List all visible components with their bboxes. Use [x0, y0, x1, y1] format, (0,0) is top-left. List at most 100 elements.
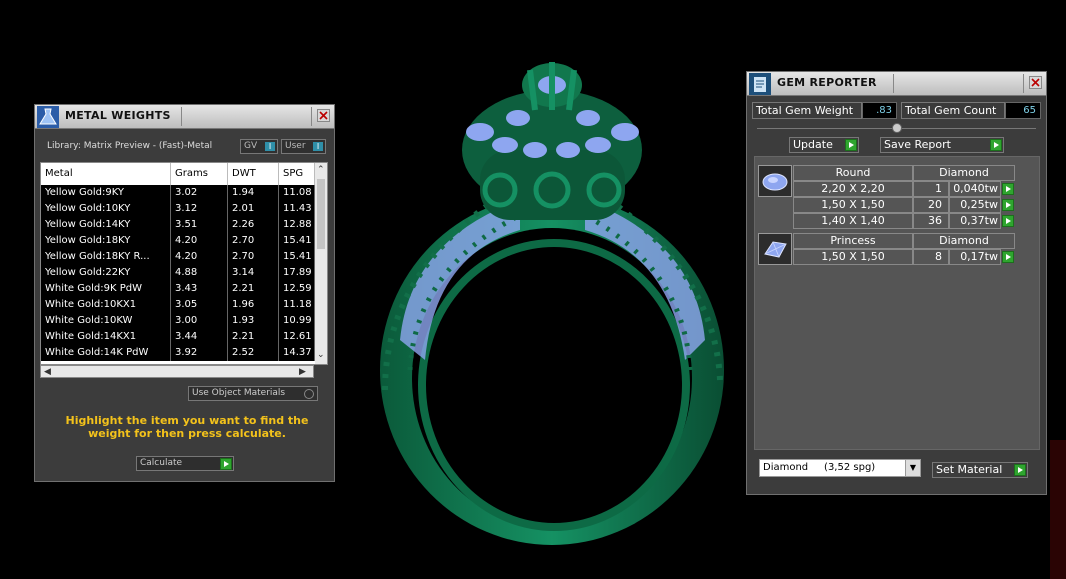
- metal-weights-titlebar[interactable]: METAL WEIGHTS: [35, 105, 334, 129]
- table-row[interactable]: White Gold:14K PdW 3.92 2.52 14.37: [41, 345, 315, 361]
- spg-value: 10.99: [279, 313, 315, 329]
- gem-size: 1,50 X 1,50: [793, 249, 913, 265]
- table-row[interactable]: White Gold:10KW 3.00 1.93 10.99: [41, 313, 315, 329]
- spg-value: 11.08: [279, 185, 315, 201]
- use-object-materials-label: Use Object Materials: [192, 388, 286, 398]
- scroll-right-arrow-icon[interactable]: ▶: [299, 366, 306, 378]
- ring-3d-viewport[interactable]: [340, 40, 750, 560]
- calculate-label: Calculate: [140, 458, 183, 468]
- spg-value: 12.88: [279, 217, 315, 233]
- grams-value: 4.20: [171, 249, 228, 265]
- update-button[interactable]: Update: [789, 137, 859, 153]
- user-toggle-label: User: [285, 141, 306, 151]
- ring-head-setting: [462, 62, 642, 220]
- dwt-value: 2.01: [228, 201, 279, 217]
- gem-reporter-panel: GEM REPORTER Total Gem Weight .83 Total …: [746, 71, 1047, 495]
- spg-value: 15.41: [279, 249, 315, 265]
- play-icon: [990, 139, 1002, 151]
- column-header-metal[interactable]: Metal: [41, 163, 171, 185]
- update-label: Update: [793, 138, 833, 151]
- splitter-handle[interactable]: [892, 123, 902, 133]
- spg-value: 11.43: [279, 201, 315, 217]
- save-report-label: Save Report: [884, 138, 951, 151]
- gem-shape-header: Princess: [793, 233, 913, 249]
- grams-value: 3.00: [171, 313, 228, 329]
- metal-name: Yellow Gold:22KY: [41, 265, 171, 281]
- round-diamond-icon: [762, 173, 788, 191]
- use-object-materials-toggle[interactable]: Use Object Materials: [188, 386, 318, 401]
- close-icon: [1031, 78, 1040, 87]
- titlebar-divider: [311, 107, 312, 126]
- column-header-spg[interactable]: SPG: [279, 163, 315, 185]
- close-icon: [319, 111, 328, 120]
- material-select[interactable]: Diamond (3,52 spg) ▼: [759, 459, 921, 477]
- table-row[interactable]: Yellow Gold:10KY 3.12 2.01 11.43: [41, 201, 315, 217]
- scrollbar-thumb[interactable]: [317, 179, 325, 249]
- chevron-down-icon[interactable]: ▼: [905, 460, 920, 476]
- select-gem-button[interactable]: [1002, 215, 1014, 227]
- titlebar-divider: [181, 107, 182, 126]
- spg-value: 14.37: [279, 345, 315, 361]
- metal-name: Yellow Gold:18KY: [41, 233, 171, 249]
- grams-value: 3.02: [171, 185, 228, 201]
- round-gem-thumbnail[interactable]: [758, 165, 792, 197]
- calculate-button[interactable]: Calculate: [136, 456, 234, 471]
- princess-gem-thumbnail[interactable]: [758, 233, 792, 265]
- gem-count: 36: [913, 213, 949, 229]
- close-button[interactable]: [317, 109, 330, 122]
- table-row[interactable]: White Gold:9K PdW 3.43 2.21 12.59: [41, 281, 315, 297]
- ring-band: [380, 195, 724, 545]
- dwt-value: 2.70: [228, 249, 279, 265]
- gem-weight: 0,25tw: [949, 197, 1001, 213]
- table-row[interactable]: Yellow Gold:18KY 4.20 2.70 15.41: [41, 233, 315, 249]
- scroll-up-arrow-icon[interactable]: ⌃: [317, 164, 325, 176]
- table-row[interactable]: Yellow Gold:14KY 3.51 2.26 12.88: [41, 217, 315, 233]
- table-row[interactable]: Yellow Gold:22KY 4.88 3.14 17.89: [41, 265, 315, 281]
- gem-size: 1,40 X 1,40: [793, 213, 913, 229]
- select-gem-button[interactable]: [1002, 183, 1014, 195]
- grams-value: 4.20: [171, 233, 228, 249]
- gem-count: 8: [913, 249, 949, 265]
- gv-toggle[interactable]: GV I: [240, 139, 278, 154]
- metal-table: Metal Grams DWT SPG Yellow Gold:9KY 3.02 1…: [40, 162, 328, 365]
- gem-reporter-titlebar[interactable]: GEM REPORTER: [747, 72, 1046, 96]
- metal-name: White Gold:10KW: [41, 313, 171, 329]
- library-label: Library: Matrix Preview - (Fast)-Metal: [47, 141, 213, 151]
- grams-value: 3.51: [171, 217, 228, 233]
- table-row[interactable]: Yellow Gold:9KY 3.02 1.94 11.08: [41, 185, 315, 201]
- table-row[interactable]: Yellow Gold:18KY R... 4.20 2.70 15.41: [41, 249, 315, 265]
- close-button[interactable]: [1029, 76, 1042, 89]
- grams-value: 3.92: [171, 345, 228, 361]
- horizontal-scrollbar[interactable]: ◀ ▶: [40, 365, 314, 378]
- metal-weights-title: METAL WEIGHTS: [65, 109, 171, 122]
- grams-value: 3.05: [171, 297, 228, 313]
- grams-value: 4.88: [171, 265, 228, 281]
- spg-value: 12.59: [279, 281, 315, 297]
- column-header-grams[interactable]: Grams: [171, 163, 228, 185]
- gem-count: 20: [913, 197, 949, 213]
- user-toggle[interactable]: User I: [281, 139, 326, 154]
- column-header-dwt[interactable]: DWT: [228, 163, 279, 185]
- vertical-scrollbar[interactable]: ⌃ ⌄: [315, 163, 327, 364]
- scroll-down-arrow-icon[interactable]: ⌄: [317, 349, 325, 361]
- table-row[interactable]: White Gold:14KX1 3.44 2.21 12.61: [41, 329, 315, 345]
- set-material-label: Set Material: [936, 463, 1003, 476]
- select-gem-button[interactable]: [1002, 251, 1014, 263]
- total-gem-count-value: 65: [1005, 102, 1041, 119]
- set-material-button[interactable]: Set Material: [932, 462, 1028, 478]
- metal-name: Yellow Gold:10KY: [41, 201, 171, 217]
- dwt-value: 2.21: [228, 281, 279, 297]
- select-gem-button[interactable]: [1002, 199, 1014, 211]
- metal-name: White Gold:10KX1: [41, 297, 171, 313]
- save-report-button[interactable]: Save Report: [880, 137, 1004, 153]
- gv-toggle-label: GV: [244, 141, 258, 151]
- metal-name: White Gold:14KX1: [41, 329, 171, 345]
- dwt-value: 2.70: [228, 233, 279, 249]
- dwt-value: 2.26: [228, 217, 279, 233]
- grams-value: 3.43: [171, 281, 228, 297]
- flask-icon: [37, 106, 59, 128]
- scroll-left-arrow-icon[interactable]: ◀: [44, 366, 51, 378]
- table-row[interactable]: White Gold:10KX1 3.05 1.96 11.18: [41, 297, 315, 313]
- gem-weight: 0,17tw: [949, 249, 1001, 265]
- metal-name: Yellow Gold:18KY R...: [41, 249, 171, 265]
